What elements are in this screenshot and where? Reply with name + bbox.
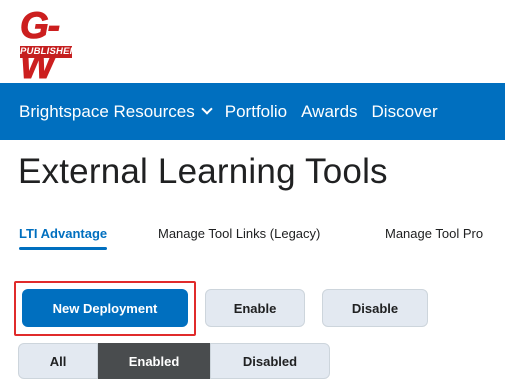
nav-discover[interactable]: Discover bbox=[372, 102, 438, 122]
enable-button[interactable]: Enable bbox=[205, 289, 305, 327]
gw-publisher-logo: G-W PUBLISHER bbox=[18, 5, 77, 86]
new-deployment-button[interactable]: New Deployment bbox=[22, 289, 188, 327]
disable-button[interactable]: Disable bbox=[322, 289, 428, 327]
tab-manage-tool-providers[interactable]: Manage Tool Pro bbox=[385, 226, 483, 241]
filter-disabled[interactable]: Disabled bbox=[210, 343, 330, 379]
status-filter: All Enabled Disabled bbox=[18, 343, 330, 379]
tab-bar: LTI Advantage Manage Tool Links (Legacy)… bbox=[0, 226, 505, 256]
nav-brightspace-resources-label: Brightspace Resources bbox=[19, 101, 195, 121]
logo-subtext: PUBLISHER bbox=[20, 46, 77, 57]
filter-enabled[interactable]: Enabled bbox=[98, 343, 210, 379]
nav-brightspace-resources[interactable]: Brightspace Resources bbox=[19, 101, 213, 122]
main-navbar: Brightspace Resources Portfolio Awards D… bbox=[0, 83, 505, 140]
nav-awards[interactable]: Awards bbox=[301, 102, 357, 122]
tab-manage-tool-links-legacy[interactable]: Manage Tool Links (Legacy) bbox=[158, 226, 320, 241]
page-title: External Learning Tools bbox=[18, 152, 388, 191]
nav-portfolio[interactable]: Portfolio bbox=[225, 102, 287, 122]
chevron-down-icon bbox=[201, 103, 213, 115]
tab-lti-advantage[interactable]: LTI Advantage bbox=[19, 226, 108, 250]
filter-all[interactable]: All bbox=[18, 343, 98, 379]
